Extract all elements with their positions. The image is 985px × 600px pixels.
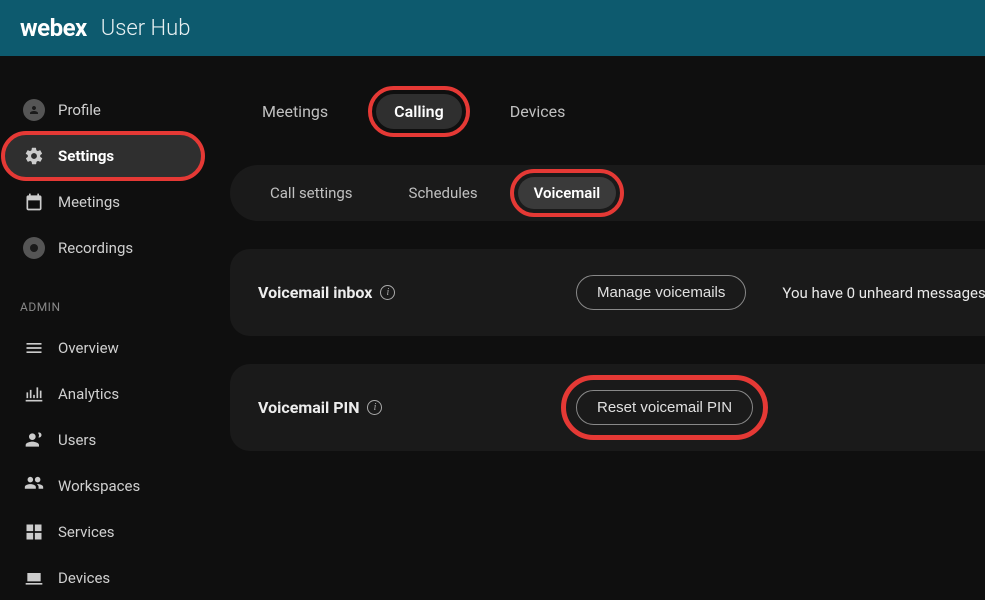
grid-icon (22, 520, 46, 544)
subtab-voicemail[interactable]: Voicemail (518, 177, 617, 209)
sidebar-item-devices[interactable]: Devices (4, 556, 202, 600)
record-icon (22, 236, 46, 260)
sidebar-item-label: Recordings (58, 239, 133, 257)
subtab-call-settings[interactable]: Call settings (254, 177, 369, 209)
sidebar-item-label: Meetings (58, 193, 120, 211)
sidebar-item-label: Devices (58, 569, 110, 587)
unheard-messages-status: You have 0 unheard messages (782, 284, 985, 302)
sidebar-item-settings[interactable]: Settings (4, 134, 202, 178)
subtab-schedules[interactable]: Schedules (393, 177, 494, 209)
tabs-row: Meetings Calling Devices (230, 86, 985, 137)
voicemail-inbox-title: Voicemail inbox i (258, 283, 558, 302)
hub-title: User Hub (101, 16, 191, 41)
manage-voicemails-button[interactable]: Manage voicemails (576, 275, 746, 310)
chart-icon (22, 382, 46, 406)
section-title-text: Voicemail inbox (258, 283, 372, 302)
info-icon[interactable]: i (380, 285, 395, 300)
sidebar-item-label: Analytics (58, 385, 119, 403)
sidebar-item-label: Services (58, 523, 115, 541)
gear-icon (22, 144, 46, 168)
user-icon (22, 98, 46, 122)
sidebar-item-label: Profile (58, 101, 101, 119)
sidebar-item-label: Users (58, 431, 96, 449)
sidebar-section-admin: ADMIN (0, 272, 210, 324)
sidebar: Profile Settings Meetings Recordings ADM… (0, 56, 210, 557)
voicemail-pin-title: Voicemail PIN i (258, 398, 558, 417)
tab-devices[interactable]: Devices (492, 94, 584, 129)
sidebar-item-label: Workspaces (58, 477, 140, 495)
sidebar-item-meetings[interactable]: Meetings (4, 180, 202, 224)
tab-meetings[interactable]: Meetings (244, 94, 346, 129)
tab-calling[interactable]: Calling (376, 94, 462, 129)
reset-voicemail-pin-button[interactable]: Reset voicemail PIN (576, 390, 753, 425)
users-icon (22, 428, 46, 452)
main-content: Meetings Calling Devices Call settings S… (210, 56, 985, 557)
app-header: webex User Hub (0, 0, 985, 56)
section-title-text: Voicemail PIN (258, 398, 359, 417)
info-icon[interactable]: i (367, 400, 382, 415)
devices-icon (22, 566, 46, 590)
sidebar-item-label: Overview (58, 339, 119, 357)
sidebar-item-profile[interactable]: Profile (4, 88, 202, 132)
sidebar-item-recordings[interactable]: Recordings (4, 226, 202, 270)
menu-icon (22, 336, 46, 360)
voicemail-inbox-section: Voicemail inbox i Manage voicemails You … (230, 249, 985, 336)
sidebar-item-workspaces[interactable]: Workspaces (4, 464, 202, 508)
sidebar-item-services[interactable]: Services (4, 510, 202, 554)
workspaces-icon (22, 474, 46, 498)
subtabs-row: Call settings Schedules Voicemail (230, 165, 985, 221)
calendar-icon (22, 190, 46, 214)
webex-logo: webex (20, 14, 87, 42)
voicemail-pin-section: Voicemail PIN i Reset voicemail PIN (230, 364, 985, 451)
sidebar-item-overview[interactable]: Overview (4, 326, 202, 370)
sidebar-item-users[interactable]: Users (4, 418, 202, 462)
sidebar-item-analytics[interactable]: Analytics (4, 372, 202, 416)
sidebar-item-label: Settings (58, 147, 114, 165)
